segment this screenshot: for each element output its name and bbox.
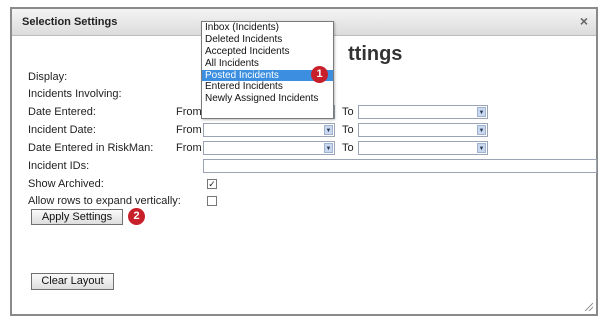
dropdown-arrow-icon[interactable]: ▼	[324, 125, 333, 135]
date-entered-to-label: To	[342, 106, 354, 118]
dropdown-option[interactable]: Newly Assigned Incidents	[202, 93, 333, 105]
incident-ids-label: Incident IDs:	[28, 160, 90, 172]
close-icon[interactable]: ×	[580, 13, 588, 29]
dropdown-option[interactable]: Inbox (Incidents)	[202, 22, 333, 34]
dropdown-option[interactable]: Accepted Incidents	[202, 46, 333, 58]
date-entered-from-label: From	[176, 106, 202, 118]
incident-date-label: Incident Date:	[28, 124, 96, 136]
selection-settings-dialog: Selection Settings × ttings Display: Inc…	[10, 7, 598, 316]
dropdown-arrow-icon[interactable]: ▼	[477, 107, 486, 117]
dropdown-arrow-icon[interactable]: ▼	[477, 143, 486, 153]
clear-layout-button[interactable]: Clear Layout	[31, 273, 114, 290]
dialog-title: Selection Settings	[22, 16, 118, 28]
annotation-badge-1: 1	[311, 66, 328, 83]
dropdown-arrow-icon[interactable]: ▼	[477, 125, 486, 135]
incident-date-to-select[interactable]: ▼	[358, 123, 488, 137]
show-archived-label: Show Archived:	[28, 178, 104, 190]
dropdown-option[interactable]: Entered Incidents	[202, 81, 333, 93]
riskman-to-select[interactable]: ▼	[358, 141, 488, 155]
date-entered-label: Date Entered:	[28, 106, 96, 118]
dropdown-arrow-icon[interactable]: ▼	[324, 143, 333, 153]
date-entered-to-select[interactable]: ▼	[358, 105, 488, 119]
riskman-from-label: From	[176, 142, 202, 154]
incident-ids-input[interactable]	[203, 159, 597, 173]
apply-settings-button[interactable]: Apply Settings	[31, 209, 123, 225]
incident-date-from-label: From	[176, 124, 202, 136]
riskman-from-select[interactable]: ▼	[203, 141, 335, 155]
incident-date-from-select[interactable]: ▼	[203, 123, 335, 137]
page-heading: ttings	[348, 43, 403, 65]
riskman-to-label: To	[342, 142, 354, 154]
show-archived-checkbox[interactable]: ✓	[207, 179, 217, 189]
annotation-badge-2: 2	[128, 208, 145, 225]
incident-date-to-label: To	[342, 124, 354, 136]
resize-grip-icon[interactable]	[585, 303, 593, 311]
dropdown-option[interactable]: Deleted Incidents	[202, 34, 333, 46]
allow-rows-checkbox[interactable]	[207, 196, 217, 206]
incidents-involving-label: Incidents Involving:	[28, 88, 122, 100]
display-label: Display:	[28, 71, 68, 83]
date-entered-riskman-label: Date Entered in RiskMan:	[28, 142, 154, 154]
allow-rows-label: Allow rows to expand vertically:	[28, 195, 181, 207]
